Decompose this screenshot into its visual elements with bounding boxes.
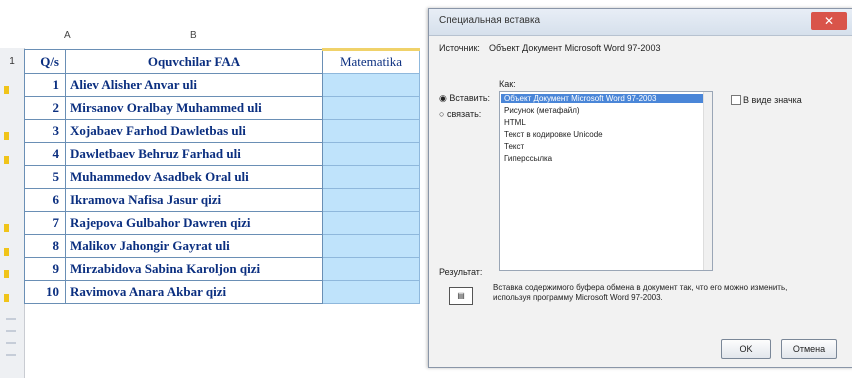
cell-name[interactable]: Malikov Jahongir Gayrat uli <box>65 234 323 258</box>
paste-radio-label: Вставить: <box>449 93 491 103</box>
ok-button[interactable]: OK <box>721 339 771 359</box>
cell-math[interactable] <box>322 73 420 97</box>
header-num[interactable]: Q/s <box>24 49 66 74</box>
paste-radio[interactable]: ◉ Вставить: <box>439 93 490 104</box>
table-row: 8 Malikov Jahongir Gayrat uli <box>24 234 420 258</box>
cell-name[interactable]: Mirzabidova Sabina Karoljon qizi <box>65 257 323 281</box>
cell-num[interactable]: 2 <box>24 96 66 120</box>
cell-num[interactable]: 10 <box>24 280 66 304</box>
list-item[interactable]: Текст <box>504 142 524 151</box>
listbox-scrollbar[interactable] <box>703 92 712 270</box>
as-label: Как: <box>499 79 516 89</box>
cell-math[interactable] <box>322 188 420 212</box>
list-item[interactable]: Объект Документ Microsoft Word 97-2003 <box>504 94 656 103</box>
cell-num[interactable]: 1 <box>24 73 66 97</box>
result-text: Вставка содержимого буфера обмена в доку… <box>493 283 788 302</box>
cell-name[interactable]: Rajepova Gulbahor Dawren qizi <box>65 211 323 235</box>
source-value: Объект Документ Microsoft Word 97-2003 <box>489 43 661 53</box>
column-letter-a[interactable]: A <box>64 30 71 41</box>
table-header-row: Q/s Oquvchilar FAA Matematika <box>24 48 420 74</box>
header-name[interactable]: Oquvchilar FAA <box>65 49 323 74</box>
cell-math[interactable] <box>322 165 420 189</box>
cell-math[interactable] <box>322 211 420 235</box>
cell-num[interactable]: 7 <box>24 211 66 235</box>
list-item[interactable]: Гиперссылка <box>504 154 552 163</box>
cell-num[interactable]: 8 <box>24 234 66 258</box>
dialog-title: Специальная вставка <box>439 15 541 26</box>
column-letter-b[interactable]: B <box>190 30 197 41</box>
list-item[interactable]: HTML <box>504 118 526 127</box>
as-icon-checkbox[interactable] <box>731 95 741 105</box>
row-marker <box>4 224 9 232</box>
close-icon[interactable]: ✕ <box>811 12 847 30</box>
column-letters: A B <box>0 30 430 44</box>
table-row: 1 Aliev Alisher Anvar uli <box>24 73 420 97</box>
cell-name[interactable]: Dawletbaev Behruz Farhad uli <box>65 142 323 166</box>
result-icon: ▤ <box>449 287 473 305</box>
row-marker <box>4 248 9 256</box>
table-row: 3 Xojabaev Farhod Dawletbas uli <box>24 119 420 143</box>
cell-math[interactable] <box>322 119 420 143</box>
cell-name[interactable]: Xojabaev Farhod Dawletbas uli <box>65 119 323 143</box>
table-row: 9 Mirzabidova Sabina Karoljon qizi <box>24 257 420 281</box>
row-marker <box>4 294 9 302</box>
gutter-line <box>6 318 16 320</box>
cell-num[interactable]: 6 <box>24 188 66 212</box>
row-marker <box>4 156 9 164</box>
paste-link-radio[interactable]: ○ связать: <box>439 109 481 119</box>
table-row: 6 Ikramova Nafisa Jasur qizi <box>24 188 420 212</box>
row-marker <box>4 132 9 140</box>
cell-num[interactable]: 5 <box>24 165 66 189</box>
cell-name[interactable]: Mirsanov Oralbay Muhammed uli <box>65 96 323 120</box>
cell-name[interactable]: Aliev Alisher Anvar uli <box>65 73 323 97</box>
radio-icon: ◉ <box>439 93 447 103</box>
row-number[interactable]: 1 <box>0 56 24 67</box>
list-item[interactable]: Текст в кодировке Unicode <box>504 130 603 139</box>
row-marker <box>4 86 9 94</box>
cell-math[interactable] <box>322 257 420 281</box>
cell-num[interactable]: 3 <box>24 119 66 143</box>
cell-num[interactable]: 4 <box>24 142 66 166</box>
cell-math[interactable] <box>322 96 420 120</box>
table-row: 5 Muhammedov Asadbek Oral uli <box>24 165 420 189</box>
table-row: 4 Dawletbaev Behruz Farhad uli <box>24 142 420 166</box>
source-label: Источник: <box>439 43 480 53</box>
student-table: Q/s Oquvchilar FAA Matematika 1 Aliev Ali… <box>24 48 420 304</box>
row-marker <box>4 270 9 278</box>
cell-name[interactable]: Ikramova Nafisa Jasur qizi <box>65 188 323 212</box>
spreadsheet: A B 1 Q/s Oquvchilar FAA Matematika 1 Ali… <box>0 12 430 378</box>
cell-math[interactable] <box>322 280 420 304</box>
cell-math[interactable] <box>322 142 420 166</box>
gutter-line <box>6 354 16 356</box>
paste-special-dialog: Специальная вставка ✕ Источник: Объект Д… <box>428 8 852 368</box>
gutter-line <box>6 330 16 332</box>
table-row: 10 Ravimova Anara Akbar qizi <box>24 280 420 304</box>
gutter-line <box>6 342 16 344</box>
table-row: 2 Mirsanov Oralbay Muhammed uli <box>24 96 420 120</box>
row-header-gutter <box>0 312 24 378</box>
result-label: Результат: <box>439 267 483 277</box>
cell-num[interactable]: 9 <box>24 257 66 281</box>
cell-name[interactable]: Muhammedov Asadbek Oral uli <box>65 165 323 189</box>
paste-as-listbox[interactable]: Объект Документ Microsoft Word 97-2003 Р… <box>499 91 713 271</box>
as-icon-label: В виде значка <box>743 95 802 105</box>
table-row: 7 Rajepova Gulbahor Dawren qizi <box>24 211 420 235</box>
cell-name[interactable]: Ravimova Anara Akbar qizi <box>65 280 323 304</box>
radio-icon: ○ <box>439 109 445 119</box>
paste-link-radio-label: связать: <box>446 109 482 119</box>
cancel-button[interactable]: Отмена <box>781 339 837 359</box>
dialog-titlebar[interactable]: Специальная вставка ✕ <box>429 9 852 36</box>
header-math[interactable]: Matematika <box>322 48 420 74</box>
cell-math[interactable] <box>322 234 420 258</box>
list-item[interactable]: Рисунок (метафайл) <box>504 106 580 115</box>
